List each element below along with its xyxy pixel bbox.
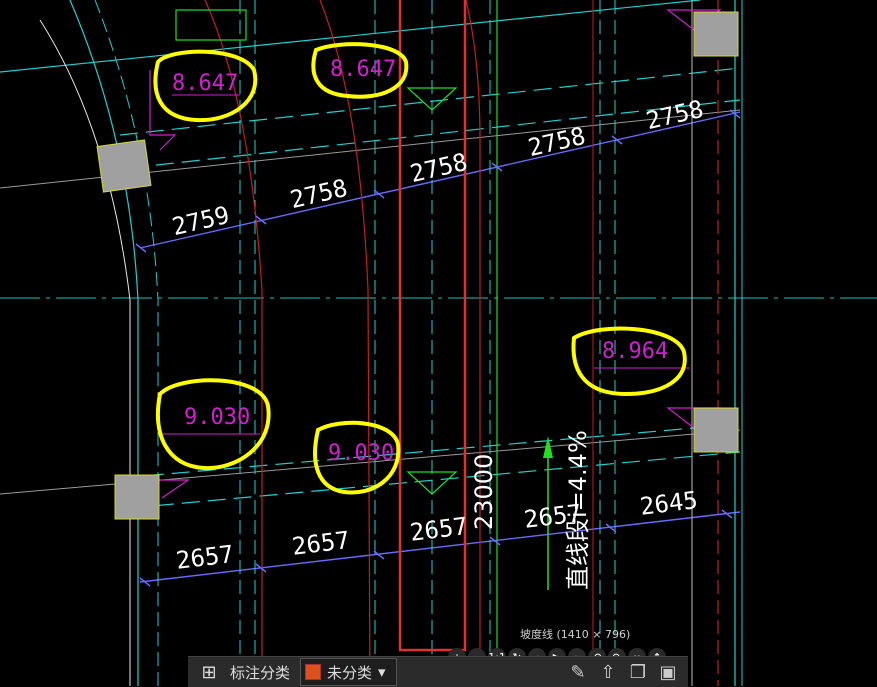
- chevron-down-icon: ▾: [378, 663, 386, 681]
- curve-edge: [94, 0, 159, 686]
- category-value: 未分类: [327, 663, 373, 682]
- red-line: [204, 0, 263, 686]
- dimension-label: 2657: [174, 540, 235, 575]
- cad-drawing-canvas: 2759 2758 2758 2758 2758 2657 2657 2657 …: [0, 0, 877, 686]
- elevation-label: 9.030: [184, 405, 250, 430]
- elevation-label: 9.030: [328, 441, 394, 466]
- annotation-category-label: 标注分类: [230, 663, 291, 682]
- image-caption: 坡度线 (1410 × 796): [520, 628, 631, 641]
- dimension-label: 2657: [290, 526, 351, 561]
- elevation-label: 8.964: [602, 339, 668, 364]
- slope-label: 直线段i=4.4%: [564, 430, 592, 590]
- dimension-label: 2645: [638, 486, 699, 521]
- column-box: [114, 474, 160, 520]
- column-box: [693, 407, 739, 453]
- dimension-label: 2759: [169, 201, 232, 241]
- upload-icon[interactable]: ⇧: [596, 662, 620, 683]
- grid-icon[interactable]: ⊞: [198, 661, 220, 683]
- column-box: [96, 139, 152, 193]
- curve-edge: [39, 19, 131, 686]
- red-line: [319, 0, 371, 686]
- copy-icon[interactable]: ❐: [626, 662, 650, 683]
- dimension-label: 2657: [408, 512, 469, 547]
- red-line: [465, 0, 481, 686]
- dimension-label: 2758: [525, 122, 588, 162]
- save-icon[interactable]: ▣: [656, 662, 680, 683]
- edit-icon[interactable]: ✎: [566, 662, 590, 683]
- column-box: [693, 11, 739, 57]
- vertical-dimension-label: 23000: [470, 454, 498, 530]
- elevation-label: 8.647: [330, 57, 396, 82]
- dimension-label: 2758: [643, 95, 706, 135]
- dimension-label: 2758: [407, 148, 470, 188]
- annotation-tools: ✎ ⇧ ❐ ▣: [566, 662, 680, 683]
- curve-edge: [69, 0, 139, 686]
- dimension-label: 2758: [287, 174, 350, 214]
- category-color-swatch: [305, 664, 322, 680]
- elevation-label: 8.647: [172, 71, 238, 96]
- annotation-toolbar: ⊞ 标注分类 未分类 ▾ ✎ ⇧ ❐ ▣: [188, 656, 688, 687]
- category-select[interactable]: 未分类 ▾: [300, 658, 397, 686]
